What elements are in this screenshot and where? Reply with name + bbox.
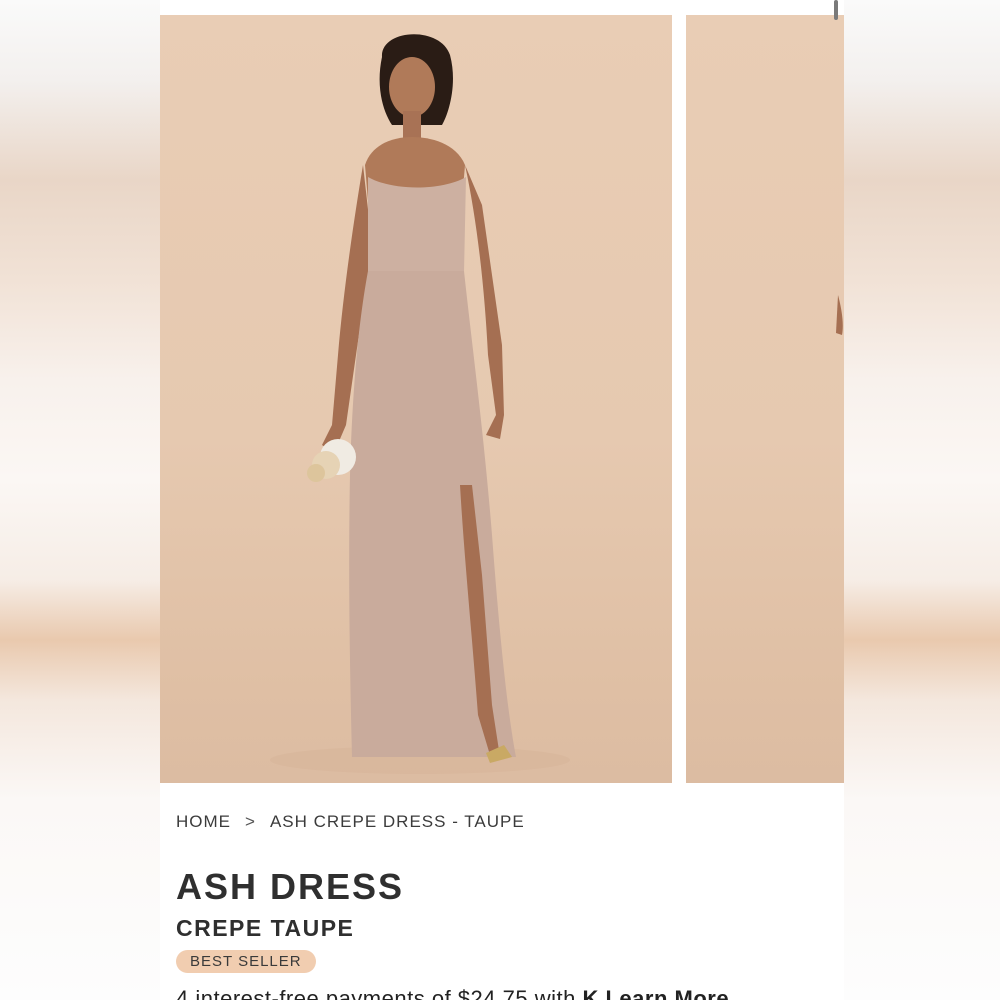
breadcrumb-current: ASH CREPE DRESS - TAUPE (269, 812, 525, 831)
blurred-left-panel (0, 0, 160, 1000)
model-illustration (270, 34, 570, 774)
top-bar (160, 0, 844, 14)
product-image-main[interactable] (160, 15, 672, 783)
best-seller-badge: BEST SELLER (176, 950, 316, 973)
payment-brand-logo: K (582, 986, 599, 1000)
scrollbar-thumb[interactable] (834, 0, 838, 20)
product-title: ASH DRESS (176, 866, 405, 907)
breadcrumb-separator: > (245, 812, 256, 831)
installment-text: 4 interest-free payments of $24.75 with (176, 986, 576, 1000)
product-subtitle: CREPE TAUPE (176, 915, 355, 941)
learn-more-link[interactable]: Learn More (605, 986, 729, 1000)
product-image-next[interactable] (686, 15, 844, 783)
product-page: HOME > ASH CREPE DRESS - TAUPE ASH DRESS… (160, 0, 844, 1000)
breadcrumb-home-link[interactable]: HOME (176, 812, 231, 832)
installment-payment-text: 4 interest-free payments of $24.75 with … (176, 986, 729, 1000)
breadcrumb: HOME > ASH CREPE DRESS - TAUPE (176, 812, 525, 832)
blurred-right-panel (844, 0, 1000, 1000)
next-image-illustration (836, 295, 843, 335)
